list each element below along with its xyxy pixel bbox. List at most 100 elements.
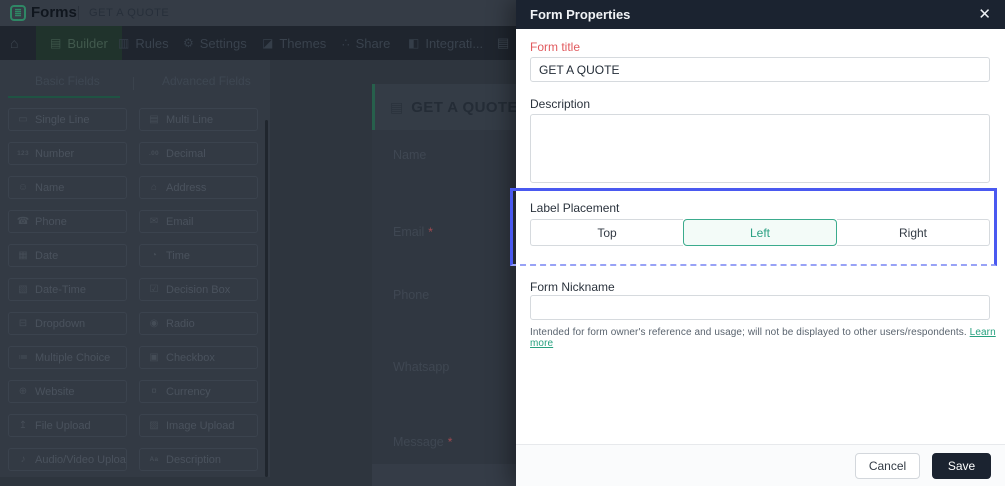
field-date-time[interactable]: ▧ Date-Time <box>8 278 127 301</box>
field-label: Name <box>35 181 65 194</box>
nav-tab-share[interactable]: ∴ Share <box>342 26 390 60</box>
dropdown-icon: ⊟ <box>18 318 28 329</box>
field-image-upload[interactable]: ▨ Image Upload <box>139 414 258 437</box>
preview-field-name: Name <box>393 148 427 162</box>
multi-line-icon: ▤ <box>149 114 159 125</box>
field-radio[interactable]: ◉ Radio <box>139 312 258 335</box>
tab-basic-fields[interactable]: Basic Fields <box>35 74 100 88</box>
preview-field-message: Message * <box>393 435 453 449</box>
number-icon: 123 <box>17 150 29 157</box>
placement-top-button[interactable]: Top <box>530 219 683 246</box>
sidebar-scrollbar[interactable] <box>265 120 268 477</box>
form-nickname-label: Form Nickname <box>530 280 615 294</box>
field-multi-line[interactable]: ▤ Multi Line <box>139 108 258 131</box>
field-audio-video-upload[interactable]: ♪ Audio/Video Upload <box>8 448 127 471</box>
nav-tab-label: Share <box>355 35 391 51</box>
file-upload-icon: ↥ <box>18 420 28 431</box>
field-label: Multiple Choice <box>35 351 111 364</box>
field-decimal[interactable]: .00 Decimal <box>139 142 258 165</box>
app-window: ≣ Forms GET A QUOTE ⌂ ▤ Builder ▥ Rules … <box>0 0 1005 486</box>
field-file-upload[interactable]: ↥ File Upload <box>8 414 127 437</box>
field-address[interactable]: ⌂ Address <box>139 176 258 199</box>
field-decision-box[interactable]: ☑ Decision Box <box>139 278 258 301</box>
brand-name: Forms <box>31 4 77 21</box>
settings-gear-icon: ⚙ <box>183 36 194 50</box>
field-time[interactable]: ◔ Time <box>139 244 258 267</box>
close-icon[interactable]: ✕ <box>978 7 991 22</box>
multiple-choice-icon: ≔ <box>18 352 28 363</box>
field-single-line[interactable]: ▭ Single Line <box>8 108 127 131</box>
required-asterisk: * <box>428 225 433 239</box>
field-number[interactable]: 123 Number <box>8 142 127 165</box>
field-label: Description <box>166 453 222 466</box>
field-label: File Upload <box>35 419 91 432</box>
image-upload-icon: ▨ <box>149 420 159 431</box>
field-label: Decimal <box>166 147 206 160</box>
sidebar-tab-divider <box>133 77 134 90</box>
field-checkbox[interactable]: ▣ Checkbox <box>139 346 258 369</box>
field-label: Radio <box>166 317 195 330</box>
field-label: Time <box>166 249 191 262</box>
field-label: Dropdown <box>35 317 86 330</box>
share-icon: ∴ <box>342 36 350 50</box>
preview-field-whatsapp: Whatsapp <box>393 360 450 374</box>
checkbox-icon: ▣ <box>149 352 159 363</box>
calendar-icon: ▦ <box>18 250 28 261</box>
field-website[interactable]: ⊕ Website <box>8 380 127 403</box>
field-date[interactable]: ▦ Date <box>8 244 127 267</box>
placement-left-button[interactable]: Left <box>683 219 837 246</box>
modal-footer: Cancel Save <box>516 444 1005 486</box>
field-name[interactable]: ☺ Name <box>8 176 127 199</box>
nav-overflow-icon[interactable]: ▤ <box>497 26 509 60</box>
field-description[interactable]: Aa Description <box>139 448 258 471</box>
form-title-input[interactable] <box>530 57 990 82</box>
audio-video-icon: ♪ <box>20 454 26 465</box>
field-email[interactable]: ✉ Email <box>139 210 258 233</box>
field-palette: ▭ Single Line ▤ Multi Line 123 Number .00 De… <box>8 108 258 471</box>
label-placement-label: Label Placement <box>530 201 620 215</box>
field-label: Multi Line <box>166 113 214 126</box>
field-label: Checkbox <box>166 351 215 364</box>
field-label: Decision Box <box>166 283 231 296</box>
nav-tab-themes[interactable]: ◪ Themes <box>262 26 326 60</box>
field-multiple-choice[interactable]: ≔ Multiple Choice <box>8 346 127 369</box>
field-dropdown[interactable]: ⊟ Dropdown <box>8 312 127 335</box>
topbar-form-name: GET A QUOTE <box>89 7 170 19</box>
required-asterisk: * <box>447 435 453 449</box>
field-currency[interactable]: ¤ Currency <box>139 380 258 403</box>
calendar-clock-icon: ▧ <box>18 284 28 295</box>
description-textarea[interactable] <box>530 114 990 183</box>
nav-tab-integrations[interactable]: ◧ Integrati... <box>408 26 483 60</box>
address-icon: ⌂ <box>150 182 158 193</box>
phone-icon: ☎ <box>16 216 30 227</box>
label-placement-segmented-control: Top Left Right <box>530 219 990 246</box>
nav-tab-label: Integrati... <box>425 35 484 51</box>
form-properties-modal: Form Properties ✕ Form title Description… <box>510 0 1005 486</box>
preview-field-phone: Phone <box>393 288 430 302</box>
field-label: Website <box>35 385 75 398</box>
field-phone[interactable]: ☎ Phone <box>8 210 127 233</box>
field-label: Phone <box>35 215 67 228</box>
placement-right-button[interactable]: Right <box>837 219 990 246</box>
clock-icon: ◔ <box>150 250 158 261</box>
field-label: Email <box>166 215 194 228</box>
field-label: Number <box>35 147 75 160</box>
home-icon[interactable]: ⌂ <box>10 26 18 60</box>
nav-tab-settings[interactable]: ⚙ Settings <box>183 26 247 60</box>
active-tab-underline <box>8 96 120 98</box>
preview-field-email: Email * <box>393 225 433 239</box>
form-nickname-input[interactable] <box>530 295 990 320</box>
integrations-icon: ◧ <box>408 36 420 50</box>
nav-tab-builder[interactable]: ▤ Builder <box>36 26 122 60</box>
tab-advanced-fields[interactable]: Advanced Fields <box>162 74 251 88</box>
nickname-helper-text: Intended for form owner's reference and … <box>530 327 996 349</box>
description-label: Description <box>530 97 591 111</box>
cancel-button[interactable]: Cancel <box>855 453 920 479</box>
field-label: Audio/Video Upload <box>35 453 127 466</box>
description-icon: Aa <box>149 456 159 463</box>
nav-tab-label: Settings <box>199 35 247 51</box>
form-document-icon: ▤ <box>390 98 404 115</box>
save-button[interactable]: Save <box>932 453 991 479</box>
nav-tab-rules[interactable]: ▥ Rules <box>118 26 169 60</box>
field-label: Image Upload <box>166 419 235 432</box>
